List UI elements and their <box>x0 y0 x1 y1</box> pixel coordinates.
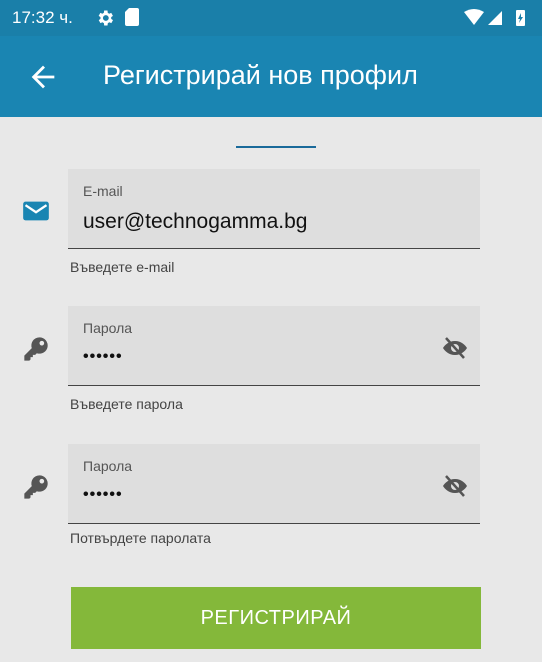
decorative-divider <box>236 146 316 148</box>
confirm-password-helper-text: Потвърдете паролата <box>70 530 211 546</box>
status-bar: 17:32 ч. <box>0 0 542 36</box>
key-icon <box>24 475 48 499</box>
confirm-password-value[interactable]: •••••• <box>83 486 123 504</box>
eye-off-icon[interactable] <box>442 474 468 498</box>
status-time: 17:32 ч. <box>12 8 73 27</box>
key-icon <box>24 337 48 361</box>
password-label: Парола <box>83 320 133 336</box>
sd-card-icon <box>125 8 139 26</box>
status-icons <box>464 9 525 26</box>
email-icon <box>23 201 49 221</box>
confirm-password-label: Парола <box>83 458 133 474</box>
email-field[interactable]: E-mail user@technogamma.bg <box>68 169 480 249</box>
register-button[interactable]: РЕГИСТРИРАЙ <box>71 587 481 649</box>
confirm-password-field[interactable]: Парола •••••• <box>68 444 480 524</box>
email-value[interactable]: user@technogamma.bg <box>83 210 307 234</box>
eye-off-icon[interactable] <box>442 336 468 360</box>
wifi-icon <box>464 9 484 25</box>
signal-icon <box>488 11 502 25</box>
password-value[interactable]: •••••• <box>83 348 123 366</box>
password-helper-text: Въведете парола <box>70 396 183 412</box>
email-label: E-mail <box>83 183 123 199</box>
app-bar: Регистрирай нов профил <box>0 36 542 117</box>
page-title: Регистрирай нов профил <box>103 60 418 90</box>
email-helper-text: Въведете e-mail <box>70 259 175 275</box>
gear-icon <box>98 10 113 26</box>
password-field[interactable]: Парола •••••• <box>68 306 480 386</box>
back-arrow-icon[interactable] <box>26 60 60 94</box>
